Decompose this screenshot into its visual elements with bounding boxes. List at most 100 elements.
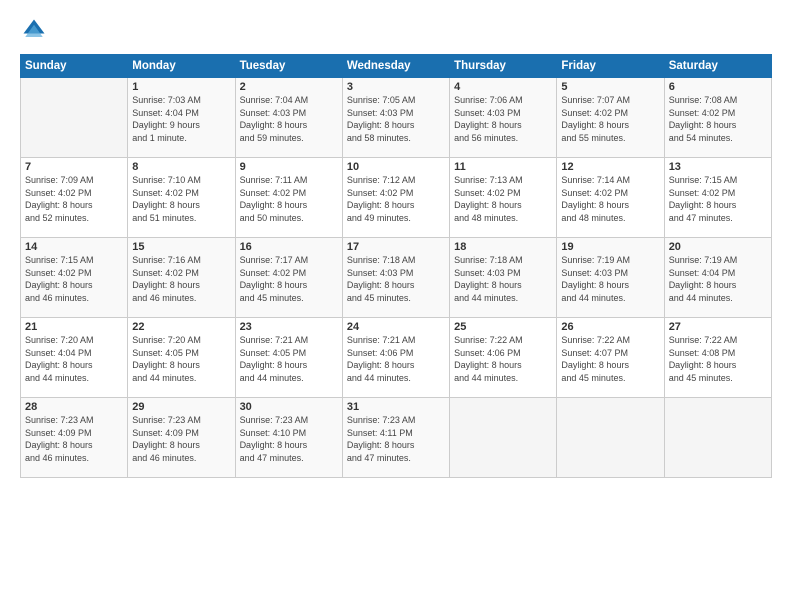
day-info: Sunrise: 7:18 AM Sunset: 4:03 PM Dayligh… xyxy=(347,254,445,304)
day-number: 24 xyxy=(347,321,445,333)
calendar-week-row: 7Sunrise: 7:09 AM Sunset: 4:02 PM Daylig… xyxy=(21,158,772,238)
calendar-cell: 25Sunrise: 7:22 AM Sunset: 4:06 PM Dayli… xyxy=(450,318,557,398)
day-number: 23 xyxy=(240,321,338,333)
calendar-cell: 21Sunrise: 7:20 AM Sunset: 4:04 PM Dayli… xyxy=(21,318,128,398)
day-number: 26 xyxy=(561,321,659,333)
calendar-cell: 6Sunrise: 7:08 AM Sunset: 4:02 PM Daylig… xyxy=(664,78,771,158)
day-number: 19 xyxy=(561,241,659,253)
calendar-cell: 4Sunrise: 7:06 AM Sunset: 4:03 PM Daylig… xyxy=(450,78,557,158)
calendar-cell: 14Sunrise: 7:15 AM Sunset: 4:02 PM Dayli… xyxy=(21,238,128,318)
calendar-cell: 26Sunrise: 7:22 AM Sunset: 4:07 PM Dayli… xyxy=(557,318,664,398)
calendar-cell: 29Sunrise: 7:23 AM Sunset: 4:09 PM Dayli… xyxy=(128,398,235,478)
day-info: Sunrise: 7:20 AM Sunset: 4:05 PM Dayligh… xyxy=(132,334,230,384)
day-info: Sunrise: 7:11 AM Sunset: 4:02 PM Dayligh… xyxy=(240,174,338,224)
day-info: Sunrise: 7:20 AM Sunset: 4:04 PM Dayligh… xyxy=(25,334,123,384)
day-number: 18 xyxy=(454,241,552,253)
calendar-cell: 30Sunrise: 7:23 AM Sunset: 4:10 PM Dayli… xyxy=(235,398,342,478)
day-number: 12 xyxy=(561,161,659,173)
page-header xyxy=(20,16,772,44)
day-number: 15 xyxy=(132,241,230,253)
weekday-row: SundayMondayTuesdayWednesdayThursdayFrid… xyxy=(21,55,772,78)
calendar-cell: 28Sunrise: 7:23 AM Sunset: 4:09 PM Dayli… xyxy=(21,398,128,478)
day-number: 14 xyxy=(25,241,123,253)
day-info: Sunrise: 7:18 AM Sunset: 4:03 PM Dayligh… xyxy=(454,254,552,304)
day-number: 21 xyxy=(25,321,123,333)
day-number: 30 xyxy=(240,401,338,413)
calendar-cell: 8Sunrise: 7:10 AM Sunset: 4:02 PM Daylig… xyxy=(128,158,235,238)
calendar-cell xyxy=(664,398,771,478)
calendar-cell: 5Sunrise: 7:07 AM Sunset: 4:02 PM Daylig… xyxy=(557,78,664,158)
day-number: 17 xyxy=(347,241,445,253)
weekday-header: Saturday xyxy=(664,55,771,78)
day-number: 3 xyxy=(347,81,445,93)
calendar-week-row: 21Sunrise: 7:20 AM Sunset: 4:04 PM Dayli… xyxy=(21,318,772,398)
calendar-cell xyxy=(450,398,557,478)
calendar-header: SundayMondayTuesdayWednesdayThursdayFrid… xyxy=(21,55,772,78)
weekday-header: Friday xyxy=(557,55,664,78)
day-info: Sunrise: 7:16 AM Sunset: 4:02 PM Dayligh… xyxy=(132,254,230,304)
day-number: 16 xyxy=(240,241,338,253)
day-number: 29 xyxy=(132,401,230,413)
day-info: Sunrise: 7:05 AM Sunset: 4:03 PM Dayligh… xyxy=(347,94,445,144)
calendar-cell: 13Sunrise: 7:15 AM Sunset: 4:02 PM Dayli… xyxy=(664,158,771,238)
calendar-cell xyxy=(557,398,664,478)
calendar-cell: 15Sunrise: 7:16 AM Sunset: 4:02 PM Dayli… xyxy=(128,238,235,318)
calendar-cell: 20Sunrise: 7:19 AM Sunset: 4:04 PM Dayli… xyxy=(664,238,771,318)
day-info: Sunrise: 7:19 AM Sunset: 4:03 PM Dayligh… xyxy=(561,254,659,304)
day-info: Sunrise: 7:10 AM Sunset: 4:02 PM Dayligh… xyxy=(132,174,230,224)
day-info: Sunrise: 7:17 AM Sunset: 4:02 PM Dayligh… xyxy=(240,254,338,304)
day-number: 31 xyxy=(347,401,445,413)
day-info: Sunrise: 7:22 AM Sunset: 4:06 PM Dayligh… xyxy=(454,334,552,384)
calendar-cell: 19Sunrise: 7:19 AM Sunset: 4:03 PM Dayli… xyxy=(557,238,664,318)
day-number: 9 xyxy=(240,161,338,173)
day-number: 27 xyxy=(669,321,767,333)
calendar-cell: 31Sunrise: 7:23 AM Sunset: 4:11 PM Dayli… xyxy=(342,398,449,478)
day-info: Sunrise: 7:21 AM Sunset: 4:05 PM Dayligh… xyxy=(240,334,338,384)
calendar-cell: 3Sunrise: 7:05 AM Sunset: 4:03 PM Daylig… xyxy=(342,78,449,158)
day-number: 6 xyxy=(669,81,767,93)
day-info: Sunrise: 7:07 AM Sunset: 4:02 PM Dayligh… xyxy=(561,94,659,144)
day-info: Sunrise: 7:23 AM Sunset: 4:10 PM Dayligh… xyxy=(240,414,338,464)
calendar-cell: 11Sunrise: 7:13 AM Sunset: 4:02 PM Dayli… xyxy=(450,158,557,238)
day-info: Sunrise: 7:13 AM Sunset: 4:02 PM Dayligh… xyxy=(454,174,552,224)
calendar-week-row: 14Sunrise: 7:15 AM Sunset: 4:02 PM Dayli… xyxy=(21,238,772,318)
calendar-cell xyxy=(21,78,128,158)
calendar-cell: 23Sunrise: 7:21 AM Sunset: 4:05 PM Dayli… xyxy=(235,318,342,398)
day-number: 25 xyxy=(454,321,552,333)
day-number: 20 xyxy=(669,241,767,253)
calendar-cell: 9Sunrise: 7:11 AM Sunset: 4:02 PM Daylig… xyxy=(235,158,342,238)
calendar-cell: 27Sunrise: 7:22 AM Sunset: 4:08 PM Dayli… xyxy=(664,318,771,398)
day-number: 11 xyxy=(454,161,552,173)
day-info: Sunrise: 7:15 AM Sunset: 4:02 PM Dayligh… xyxy=(25,254,123,304)
calendar-week-row: 28Sunrise: 7:23 AM Sunset: 4:09 PM Dayli… xyxy=(21,398,772,478)
day-number: 8 xyxy=(132,161,230,173)
day-info: Sunrise: 7:14 AM Sunset: 4:02 PM Dayligh… xyxy=(561,174,659,224)
day-info: Sunrise: 7:12 AM Sunset: 4:02 PM Dayligh… xyxy=(347,174,445,224)
day-info: Sunrise: 7:22 AM Sunset: 4:07 PM Dayligh… xyxy=(561,334,659,384)
calendar-cell: 10Sunrise: 7:12 AM Sunset: 4:02 PM Dayli… xyxy=(342,158,449,238)
weekday-header: Sunday xyxy=(21,55,128,78)
day-number: 1 xyxy=(132,81,230,93)
logo xyxy=(20,16,52,44)
day-number: 5 xyxy=(561,81,659,93)
day-info: Sunrise: 7:08 AM Sunset: 4:02 PM Dayligh… xyxy=(669,94,767,144)
weekday-header: Wednesday xyxy=(342,55,449,78)
day-number: 28 xyxy=(25,401,123,413)
calendar-table: SundayMondayTuesdayWednesdayThursdayFrid… xyxy=(20,54,772,478)
weekday-header: Thursday xyxy=(450,55,557,78)
calendar-week-row: 1Sunrise: 7:03 AM Sunset: 4:04 PM Daylig… xyxy=(21,78,772,158)
day-info: Sunrise: 7:23 AM Sunset: 4:09 PM Dayligh… xyxy=(25,414,123,464)
day-info: Sunrise: 7:03 AM Sunset: 4:04 PM Dayligh… xyxy=(132,94,230,144)
day-number: 22 xyxy=(132,321,230,333)
calendar-page: SundayMondayTuesdayWednesdayThursdayFrid… xyxy=(0,0,792,612)
calendar-cell: 12Sunrise: 7:14 AM Sunset: 4:02 PM Dayli… xyxy=(557,158,664,238)
day-info: Sunrise: 7:23 AM Sunset: 4:09 PM Dayligh… xyxy=(132,414,230,464)
day-number: 4 xyxy=(454,81,552,93)
calendar-cell: 22Sunrise: 7:20 AM Sunset: 4:05 PM Dayli… xyxy=(128,318,235,398)
weekday-header: Monday xyxy=(128,55,235,78)
day-info: Sunrise: 7:22 AM Sunset: 4:08 PM Dayligh… xyxy=(669,334,767,384)
logo-icon xyxy=(20,16,48,44)
day-info: Sunrise: 7:23 AM Sunset: 4:11 PM Dayligh… xyxy=(347,414,445,464)
day-number: 13 xyxy=(669,161,767,173)
calendar-cell: 7Sunrise: 7:09 AM Sunset: 4:02 PM Daylig… xyxy=(21,158,128,238)
